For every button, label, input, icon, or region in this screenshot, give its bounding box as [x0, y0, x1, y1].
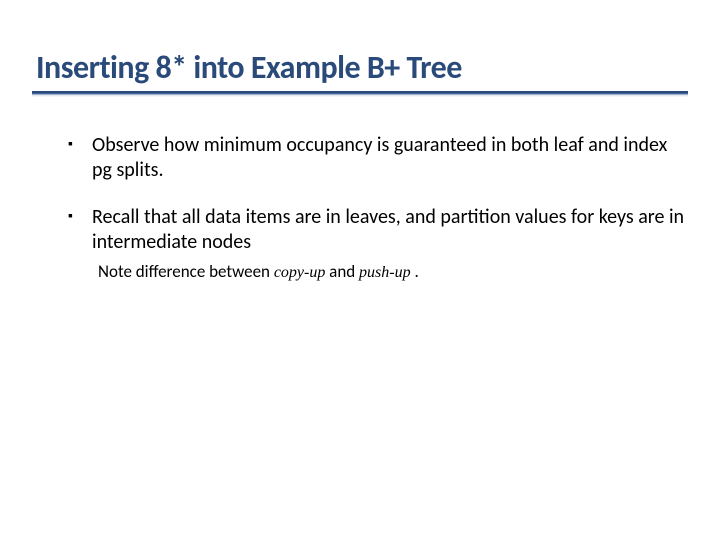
bullet-item: ▪ Observe how minimum occupancy is guara… — [68, 133, 688, 183]
bullet-subnote: Note difference between copy-up and push… — [98, 261, 688, 284]
note-mid: and — [325, 261, 359, 282]
note-prefix: Note difference between — [98, 261, 274, 282]
bullet-text: Recall that all data items are in leaves… — [92, 205, 688, 255]
slide: Inserting 8* into Example B+ Tree ▪ Obse… — [0, 0, 720, 540]
bullet-item: ▪ Recall that all data items are in leav… — [68, 205, 688, 284]
term-copy-up: copy-up — [274, 264, 326, 281]
bullet-text: Observe how minimum occupancy is guarant… — [92, 133, 688, 183]
slide-title: Inserting 8* into Example B+ Tree — [32, 48, 688, 87]
bullet-list: ▪ Observe how minimum occupancy is guara… — [32, 133, 688, 284]
square-bullet-icon: ▪ — [68, 133, 92, 183]
title-underline — [32, 91, 688, 97]
term-push-up: push-up — [359, 264, 411, 281]
bullet-body: Recall that all data items are in leaves… — [92, 205, 688, 284]
bullet-body: Observe how minimum occupancy is guarant… — [92, 133, 688, 183]
note-suffix: . — [411, 261, 419, 282]
square-bullet-icon: ▪ — [68, 205, 92, 284]
